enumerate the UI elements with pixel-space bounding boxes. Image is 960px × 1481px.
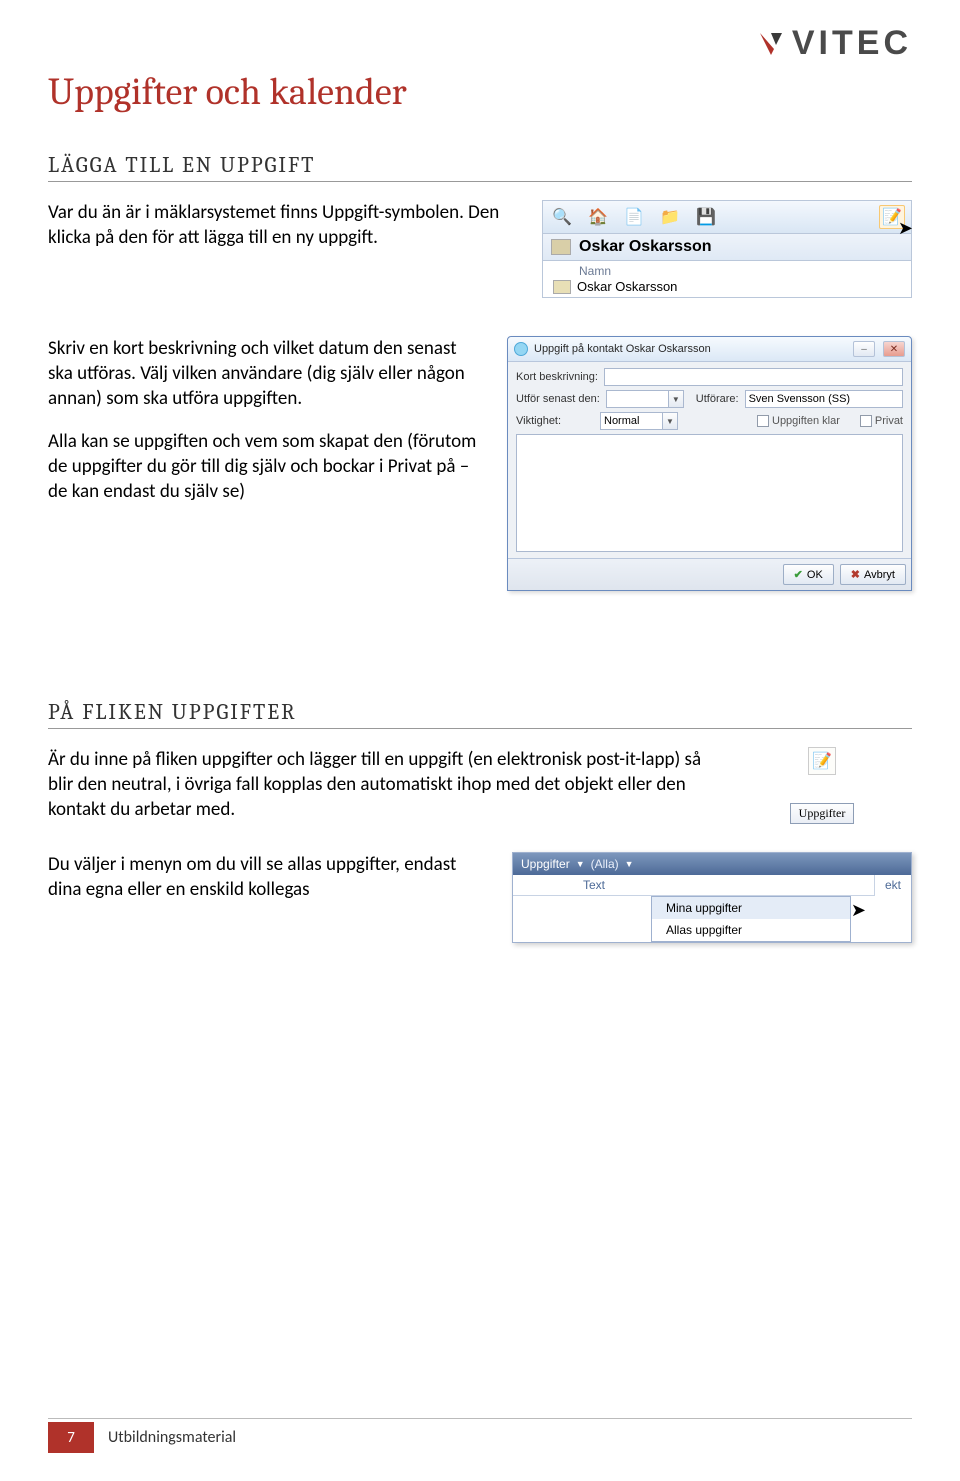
contact-header: Oskar Oskarsson — [543, 234, 911, 261]
filter-dropdown-menu: Mina uppgifter Allas uppgifter — [651, 896, 851, 942]
menu-item-allas[interactable]: Allas uppgifter — [652, 919, 850, 941]
dialog-title-text: Uppgift på kontakt Oskar Oskarsson — [534, 343, 845, 355]
toolbar-search-icon[interactable]: 🔍 — [549, 205, 575, 229]
input-performer[interactable] — [745, 390, 903, 408]
cursor-icon: ➤ — [851, 900, 866, 921]
page-number: 7 — [48, 1422, 94, 1453]
label-performer: Utförare: — [696, 393, 739, 405]
page-footer: 7 Utbildningsmaterial — [48, 1422, 250, 1453]
cursor-icon: ➤ — [898, 218, 913, 239]
chevron-down-icon[interactable]: ▼ — [576, 859, 585, 869]
contact-name: Oskar Oskarsson — [579, 238, 712, 256]
vitec-logo: VITEC — [756, 24, 912, 63]
label-due-date: Utför senast den: — [516, 393, 600, 405]
label-description: Kort beskrivning: — [516, 371, 598, 383]
section1-paragraph1: Var du än är i mäklarsystemet finns Uppg… — [48, 200, 514, 250]
section1-paragraph2: Skriv en kort beskrivning och vilket dat… — [48, 336, 479, 411]
section-heading-tab: PÅ FLIKEN UPPGIFTER — [48, 699, 912, 729]
combo-priority[interactable]: ▼ — [600, 412, 678, 430]
textarea-description[interactable] — [516, 434, 903, 552]
footer-rule — [48, 1418, 912, 1419]
toolbar-folder-icon[interactable]: 📁 — [657, 205, 683, 229]
tab-uppgifter[interactable]: Uppgifter — [521, 857, 570, 871]
toolbar-house-icon[interactable]: 🏠 — [585, 205, 611, 229]
vitec-logo-text: VITEC — [792, 24, 912, 63]
chevron-down-icon[interactable]: ▼ — [625, 859, 634, 869]
dialog-titlebar: Uppgift på kontakt Oskar Oskarsson – ✕ — [508, 337, 911, 362]
field-label-namn: Namn — [579, 264, 901, 278]
footer-label: Utbildningsmaterial — [94, 1422, 250, 1453]
ok-button[interactable]: ✔OK — [783, 564, 834, 585]
column-text: Text — [513, 875, 874, 896]
cancel-button[interactable]: ✖Avbryt — [840, 564, 906, 585]
toolbar: 🔍 🏠 📄 📁 💾 📝 ➤ — [543, 201, 911, 234]
toolbar-task-icon[interactable]: 📝 ➤ — [879, 205, 905, 229]
screenshot-toolbar-contact: 🔍 🏠 📄 📁 💾 📝 ➤ Oskar Oskarsson Namn Oskar… — [542, 200, 912, 298]
toolbar-page-icon[interactable]: 📄 — [621, 205, 647, 229]
field-value-namn: Oskar Oskarsson — [577, 279, 677, 294]
task-icon[interactable]: 📝 — [808, 747, 836, 775]
screenshot-task-dialog: Uppgift på kontakt Oskar Oskarsson – ✕ K… — [507, 336, 912, 591]
toolbar-disk-icon[interactable]: 💾 — [693, 205, 719, 229]
section1-paragraph3: Alla kan se uppgiften och vem som skapat… — [48, 429, 479, 504]
uppgifter-button[interactable]: Uppgifter — [790, 803, 855, 824]
page-title: Uppgifter och kalender — [48, 70, 912, 114]
contact-card-small-icon — [553, 280, 571, 294]
section2-paragraph2: Du väljer i menyn om du vill se allas up… — [48, 852, 484, 902]
dialog-icon — [514, 342, 528, 356]
column-right: ekt — [874, 875, 911, 896]
section-heading-add: LÄGGA TILL EN UPPGIFT — [48, 152, 912, 182]
checkbox-private[interactable]: Privat — [860, 415, 903, 427]
checkbox-done[interactable]: Uppgiften klar — [757, 415, 840, 427]
filter-current[interactable]: (Alla) — [591, 857, 619, 871]
section2-paragraph1: Är du inne på fliken uppgifter och lägge… — [48, 747, 704, 822]
tab-bar: Uppgifter ▼ (Alla) ▼ — [513, 853, 911, 875]
combo-due-date[interactable]: ▼ — [606, 390, 684, 408]
input-description[interactable] — [604, 368, 903, 386]
vitec-logo-mark — [756, 29, 786, 59]
chevron-down-icon[interactable]: ▼ — [662, 412, 678, 430]
chevron-down-icon[interactable]: ▼ — [668, 390, 684, 408]
check-icon: ✔ — [794, 568, 803, 581]
label-priority: Viktighet: — [516, 415, 594, 427]
menu-item-mina[interactable]: Mina uppgifter — [652, 897, 850, 919]
minimize-button[interactable]: – — [853, 341, 875, 357]
contact-card-icon — [551, 239, 571, 255]
screenshot-filter-menu: Uppgifter ▼ (Alla) ▼ Text ekt Mina uppgi… — [512, 852, 912, 943]
x-icon: ✖ — [851, 568, 860, 581]
close-button[interactable]: ✕ — [883, 341, 905, 357]
